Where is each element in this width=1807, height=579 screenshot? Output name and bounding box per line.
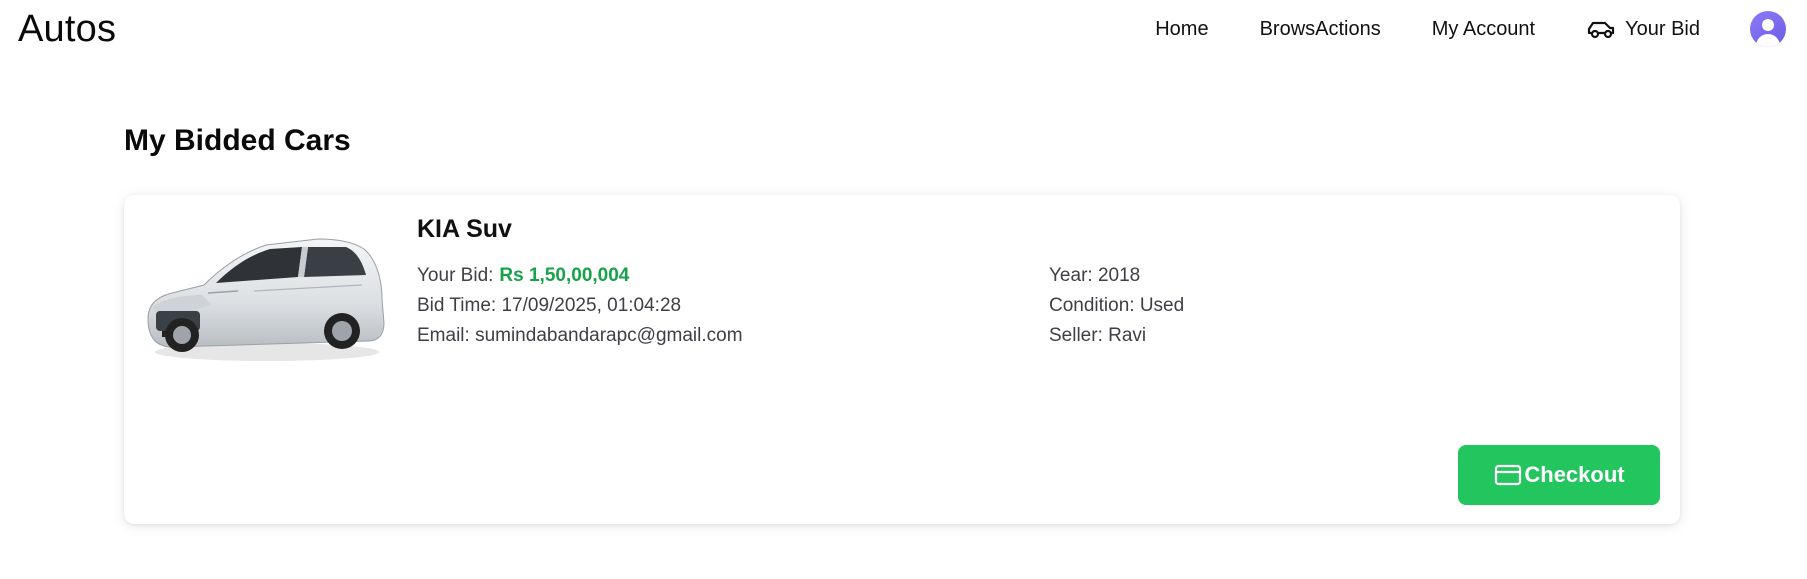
- brand-logo[interactable]: Autos: [18, 8, 116, 51]
- user-avatar[interactable]: [1750, 11, 1786, 47]
- bid-amount: Rs 1,50,00,004: [499, 265, 630, 286]
- navbar: Autos Home BrowsActions My Account Your …: [0, 0, 1807, 64]
- car-year: Year: 2018: [1049, 265, 1141, 286]
- nav-links: Home BrowsActions My Account Your Bid: [1155, 0, 1807, 58]
- bid-card: KIA Suv Your Bid: Rs 1,50,00,004 Bid Time…: [124, 195, 1680, 524]
- car-seller: Seller: Ravi: [1049, 325, 1147, 346]
- your-bid-label: Your Bid:: [417, 265, 494, 286]
- nav-home-link[interactable]: Home: [1155, 18, 1208, 41]
- bid-details-right: Year: 2018 Condition: Used Seller: Ravi: [1049, 261, 1184, 351]
- checkout-label: Checkout: [1524, 462, 1625, 487]
- checkout-button[interactable]: Checkout: [1458, 445, 1660, 505]
- nav-your-bid-link[interactable]: Your Bid: [1586, 18, 1700, 41]
- your-bid-row: Your Bid: Rs 1,50,00,004: [417, 261, 743, 291]
- nav-your-bid-label: Your Bid: [1625, 17, 1700, 40]
- bidder-email: Email: sumindabandarapc@gmail.com: [417, 325, 743, 346]
- car-image: [147, 238, 385, 361]
- bid-time: Bid Time: 17/09/2025, 01:04:28: [417, 295, 682, 316]
- car-title: KIA Suv: [417, 215, 512, 243]
- bid-details-left: Your Bid: Rs 1,50,00,004 Bid Time: 17/09/…: [417, 261, 743, 351]
- car-condition: Condition: Used: [1049, 295, 1185, 316]
- car-icon: [1588, 21, 1615, 39]
- user-icon: [1762, 19, 1774, 31]
- page-title: My Bidded Cars: [124, 124, 351, 157]
- nav-browse-link[interactable]: BrowsActions: [1260, 18, 1381, 41]
- nav-account-link[interactable]: My Account: [1432, 18, 1535, 41]
- credit-card-icon: [1495, 464, 1522, 486]
